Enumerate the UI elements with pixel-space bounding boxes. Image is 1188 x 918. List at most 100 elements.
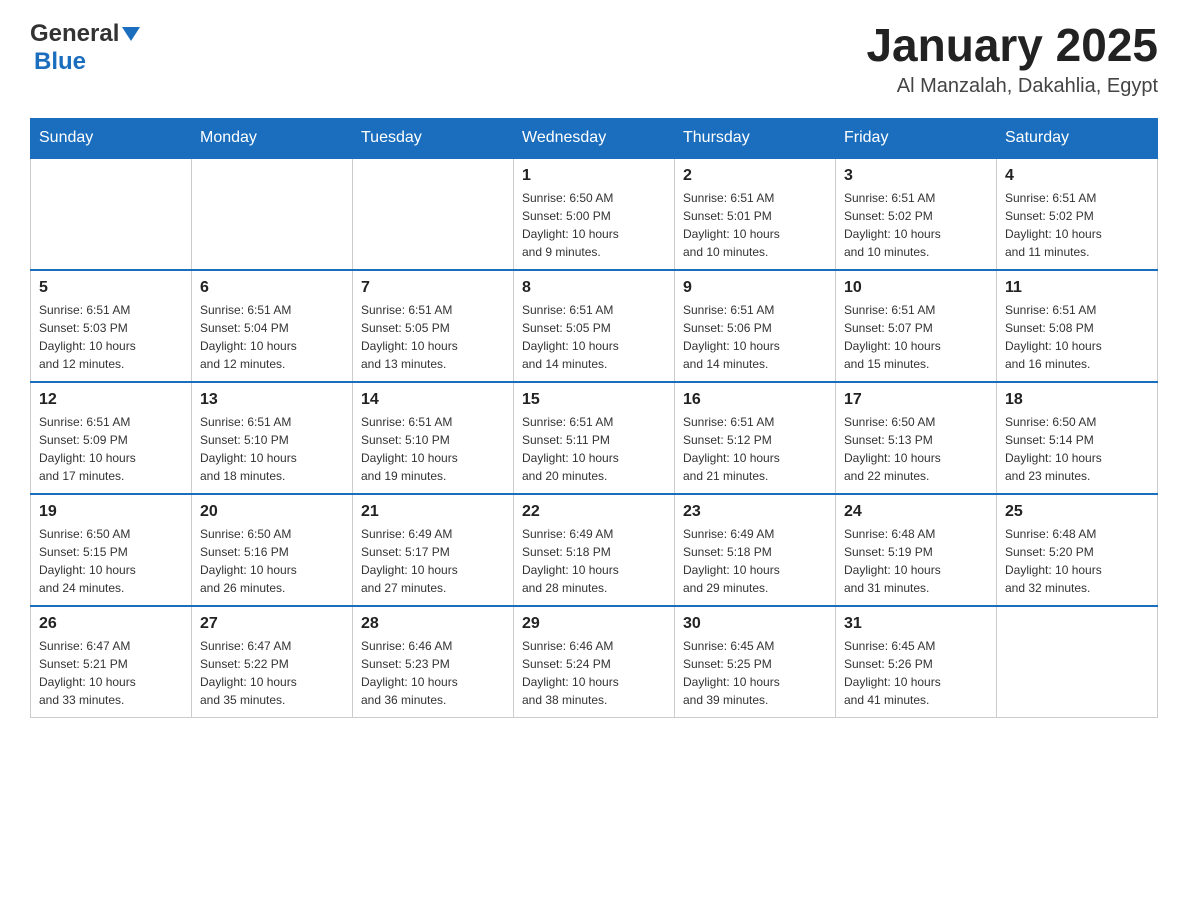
day-info: Sunrise: 6:48 AMSunset: 5:20 PMDaylight:… bbox=[1005, 525, 1149, 597]
day-number: 5 bbox=[39, 279, 183, 297]
day-number: 19 bbox=[39, 503, 183, 521]
day-info: Sunrise: 6:48 AMSunset: 5:19 PMDaylight:… bbox=[844, 525, 988, 597]
day-info: Sunrise: 6:51 AMSunset: 5:05 PMDaylight:… bbox=[361, 301, 505, 373]
day-info: Sunrise: 6:51 AMSunset: 5:04 PMDaylight:… bbox=[200, 301, 344, 373]
day-info: Sunrise: 6:51 AMSunset: 5:10 PMDaylight:… bbox=[200, 413, 344, 485]
day-info: Sunrise: 6:50 AMSunset: 5:00 PMDaylight:… bbox=[522, 189, 666, 261]
calendar-cell bbox=[192, 158, 353, 270]
logo-blue-text: Blue bbox=[34, 48, 86, 75]
logo: General Blue bbox=[30, 20, 140, 76]
day-number: 26 bbox=[39, 615, 183, 633]
calendar-title: January 2025 bbox=[866, 20, 1158, 71]
title-block: January 2025 Al Manzalah, Dakahlia, Egyp… bbox=[866, 20, 1158, 98]
calendar-cell: 27 Sunrise: 6:47 AMSunset: 5:22 PMDayligh… bbox=[192, 606, 353, 718]
calendar-cell: 10 Sunrise: 6:51 AMSunset: 5:07 PMDayligh… bbox=[836, 270, 997, 382]
header-wednesday: Wednesday bbox=[514, 118, 675, 158]
day-info: Sunrise: 6:49 AMSunset: 5:17 PMDaylight:… bbox=[361, 525, 505, 597]
day-info: Sunrise: 6:50 AMSunset: 5:14 PMDaylight:… bbox=[1005, 413, 1149, 485]
logo-general-text: General bbox=[30, 20, 119, 48]
week-row-3: 12 Sunrise: 6:51 AMSunset: 5:09 PMDayligh… bbox=[31, 382, 1158, 494]
day-number: 16 bbox=[683, 391, 827, 409]
calendar-cell bbox=[353, 158, 514, 270]
header-tuesday: Tuesday bbox=[353, 118, 514, 158]
calendar-cell: 21 Sunrise: 6:49 AMSunset: 5:17 PMDayligh… bbox=[353, 494, 514, 606]
calendar-table: SundayMondayTuesdayWednesdayThursdayFrid… bbox=[30, 118, 1158, 718]
day-number: 14 bbox=[361, 391, 505, 409]
day-info: Sunrise: 6:46 AMSunset: 5:23 PMDaylight:… bbox=[361, 637, 505, 709]
calendar-cell: 5 Sunrise: 6:51 AMSunset: 5:03 PMDaylight… bbox=[31, 270, 192, 382]
day-info: Sunrise: 6:51 AMSunset: 5:01 PMDaylight:… bbox=[683, 189, 827, 261]
header-friday: Friday bbox=[836, 118, 997, 158]
day-number: 3 bbox=[844, 167, 988, 185]
day-info: Sunrise: 6:45 AMSunset: 5:26 PMDaylight:… bbox=[844, 637, 988, 709]
day-number: 30 bbox=[683, 615, 827, 633]
day-info: Sunrise: 6:49 AMSunset: 5:18 PMDaylight:… bbox=[683, 525, 827, 597]
day-number: 12 bbox=[39, 391, 183, 409]
day-number: 21 bbox=[361, 503, 505, 521]
day-info: Sunrise: 6:51 AMSunset: 5:02 PMDaylight:… bbox=[1005, 189, 1149, 261]
day-number: 24 bbox=[844, 503, 988, 521]
calendar-cell: 19 Sunrise: 6:50 AMSunset: 5:15 PMDayligh… bbox=[31, 494, 192, 606]
day-info: Sunrise: 6:46 AMSunset: 5:24 PMDaylight:… bbox=[522, 637, 666, 709]
calendar-cell: 2Sunrise: 6:51 AMSunset: 5:01 PMDaylight… bbox=[675, 158, 836, 270]
day-info: Sunrise: 6:47 AMSunset: 5:22 PMDaylight:… bbox=[200, 637, 344, 709]
calendar-cell: 12 Sunrise: 6:51 AMSunset: 5:09 PMDayligh… bbox=[31, 382, 192, 494]
day-number: 17 bbox=[844, 391, 988, 409]
calendar-cell: 4 Sunrise: 6:51 AMSunset: 5:02 PMDaylight… bbox=[997, 158, 1158, 270]
calendar-cell: 30 Sunrise: 6:45 AMSunset: 5:25 PMDayligh… bbox=[675, 606, 836, 718]
calendar-cell: 6 Sunrise: 6:51 AMSunset: 5:04 PMDaylight… bbox=[192, 270, 353, 382]
calendar-cell: 17 Sunrise: 6:50 AMSunset: 5:13 PMDayligh… bbox=[836, 382, 997, 494]
header-monday: Monday bbox=[192, 118, 353, 158]
calendar-cell: 22 Sunrise: 6:49 AMSunset: 5:18 PMDayligh… bbox=[514, 494, 675, 606]
calendar-cell: 29 Sunrise: 6:46 AMSunset: 5:24 PMDayligh… bbox=[514, 606, 675, 718]
calendar-cell: 16 Sunrise: 6:51 AMSunset: 5:12 PMDayligh… bbox=[675, 382, 836, 494]
day-info: Sunrise: 6:49 AMSunset: 5:18 PMDaylight:… bbox=[522, 525, 666, 597]
day-number: 29 bbox=[522, 615, 666, 633]
page-header: General Blue January 2025 Al Manzalah, D… bbox=[30, 20, 1158, 98]
header-sunday: Sunday bbox=[31, 118, 192, 158]
day-number: 7 bbox=[361, 279, 505, 297]
day-number: 10 bbox=[844, 279, 988, 297]
week-row-1: 1 Sunrise: 6:50 AMSunset: 5:00 PMDaylight… bbox=[31, 158, 1158, 270]
day-number: 4 bbox=[1005, 167, 1149, 185]
day-info: Sunrise: 6:51 AMSunset: 5:03 PMDaylight:… bbox=[39, 301, 183, 373]
day-info: Sunrise: 6:51 AMSunset: 5:12 PMDaylight:… bbox=[683, 413, 827, 485]
header-saturday: Saturday bbox=[997, 118, 1158, 158]
day-info: Sunrise: 6:47 AMSunset: 5:21 PMDaylight:… bbox=[39, 637, 183, 709]
day-number: 8 bbox=[522, 279, 666, 297]
calendar-cell bbox=[997, 606, 1158, 718]
calendar-cell: 23 Sunrise: 6:49 AMSunset: 5:18 PMDayligh… bbox=[675, 494, 836, 606]
header-thursday: Thursday bbox=[675, 118, 836, 158]
day-number: 22 bbox=[522, 503, 666, 521]
calendar-subtitle: Al Manzalah, Dakahlia, Egypt bbox=[866, 75, 1158, 98]
day-info: Sunrise: 6:51 AMSunset: 5:10 PMDaylight:… bbox=[361, 413, 505, 485]
day-number: 31 bbox=[844, 615, 988, 633]
calendar-header-row: SundayMondayTuesdayWednesdayThursdayFrid… bbox=[31, 118, 1158, 158]
day-info: Sunrise: 6:51 AMSunset: 5:06 PMDaylight:… bbox=[683, 301, 827, 373]
calendar-cell: 8Sunrise: 6:51 AMSunset: 5:05 PMDaylight… bbox=[514, 270, 675, 382]
calendar-cell: 3Sunrise: 6:51 AMSunset: 5:02 PMDaylight… bbox=[836, 158, 997, 270]
day-number: 9 bbox=[683, 279, 827, 297]
calendar-cell: 31 Sunrise: 6:45 AMSunset: 5:26 PMDayligh… bbox=[836, 606, 997, 718]
calendar-cell: 28Sunrise: 6:46 AMSunset: 5:23 PMDayligh… bbox=[353, 606, 514, 718]
day-info: Sunrise: 6:50 AMSunset: 5:13 PMDaylight:… bbox=[844, 413, 988, 485]
day-number: 23 bbox=[683, 503, 827, 521]
day-info: Sunrise: 6:51 AMSunset: 5:09 PMDaylight:… bbox=[39, 413, 183, 485]
calendar-cell bbox=[31, 158, 192, 270]
calendar-cell: 20 Sunrise: 6:50 AMSunset: 5:16 PMDayligh… bbox=[192, 494, 353, 606]
calendar-cell: 24 Sunrise: 6:48 AMSunset: 5:19 PMDayligh… bbox=[836, 494, 997, 606]
calendar-cell: 26 Sunrise: 6:47 AMSunset: 5:21 PMDayligh… bbox=[31, 606, 192, 718]
calendar-cell: 7 Sunrise: 6:51 AMSunset: 5:05 PMDaylight… bbox=[353, 270, 514, 382]
day-number: 20 bbox=[200, 503, 344, 521]
day-info: Sunrise: 6:50 AMSunset: 5:16 PMDaylight:… bbox=[200, 525, 344, 597]
day-number: 1 bbox=[522, 167, 666, 185]
day-info: Sunrise: 6:45 AMSunset: 5:25 PMDaylight:… bbox=[683, 637, 827, 709]
day-info: Sunrise: 6:51 AMSunset: 5:11 PMDaylight:… bbox=[522, 413, 666, 485]
calendar-cell: 9 Sunrise: 6:51 AMSunset: 5:06 PMDaylight… bbox=[675, 270, 836, 382]
day-info: Sunrise: 6:50 AMSunset: 5:15 PMDaylight:… bbox=[39, 525, 183, 597]
calendar-cell: 1 Sunrise: 6:50 AMSunset: 5:00 PMDaylight… bbox=[514, 158, 675, 270]
day-number: 6 bbox=[200, 279, 344, 297]
day-number: 27 bbox=[200, 615, 344, 633]
calendar-cell: 15Sunrise: 6:51 AMSunset: 5:11 PMDayligh… bbox=[514, 382, 675, 494]
day-info: Sunrise: 6:51 AMSunset: 5:07 PMDaylight:… bbox=[844, 301, 988, 373]
